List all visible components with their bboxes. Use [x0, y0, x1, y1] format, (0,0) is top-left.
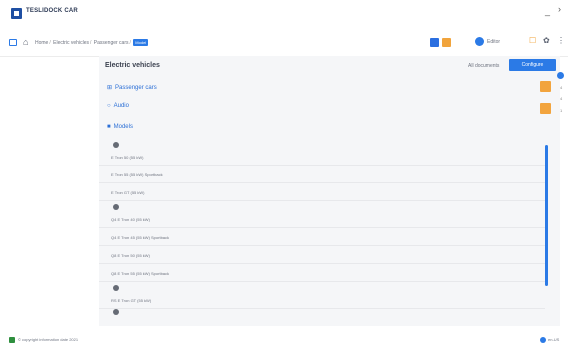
main-content: Electric vehicles All documents Configur…	[99, 56, 560, 326]
top-navbar: ⌂ Home/ Electric vehicles/ Passenger car…	[0, 26, 568, 57]
notification-icon[interactable]	[442, 38, 451, 47]
tree-node-label: Audio	[113, 103, 129, 109]
breadcrumb: Home/ Electric vehicles/ Passenger cars/…	[35, 39, 149, 46]
list-item[interactable]: E Tron 50 (55 kW)	[99, 151, 545, 166]
title-bar: TESLIDOCK CAR _ ›	[0, 0, 568, 26]
app-title: TESLIDOCK CAR	[26, 8, 78, 14]
list-item[interactable]: Q8 E Tron 55 (55 kW) Sportback	[99, 267, 545, 282]
list-item-label: E Tron GT (55 kW)	[111, 190, 145, 195]
scrollbar[interactable]	[545, 145, 548, 286]
favorite-icon[interactable]: ☐	[529, 36, 536, 45]
user-label[interactable]: Editor	[487, 39, 500, 45]
info-icon[interactable]	[557, 72, 564, 79]
list-item[interactable]: E Tron 55 (55 kW) Sportback	[99, 168, 545, 183]
tree-node-label: Passenger cars	[115, 85, 157, 91]
side-panel: 4 4 1	[531, 64, 568, 134]
list-item-label: Q8 E Tron 50 (55 kW)	[111, 253, 150, 258]
list-item-label: Q8 E Tron 55 (55 kW) Sportback	[111, 271, 170, 276]
list-item-label: RS E Tron GT (55 kW)	[111, 298, 152, 303]
list-item[interactable]: Q4 E Tron 40 (55 kW)	[99, 213, 545, 228]
group-toggle-icon[interactable]	[113, 285, 119, 291]
circle-icon: ○	[107, 103, 111, 109]
page-title: Electric vehicles	[105, 62, 160, 69]
close-button[interactable]: ›	[558, 4, 561, 14]
car-model-icon: ■	[107, 124, 111, 130]
list-item[interactable]: Q8 E Tron 50 (55 kW)	[99, 249, 545, 264]
tree-node-models[interactable]: ■ Models	[107, 124, 133, 130]
language-icon[interactable]	[540, 337, 546, 343]
document-count[interactable]: All documents	[468, 63, 499, 69]
language-label[interactable]: en-US	[548, 337, 559, 342]
status-text: © copyright information date 2021	[18, 337, 79, 342]
content-header: Electric vehicles All documents Configur…	[99, 56, 560, 74]
user-avatar-icon[interactable]	[475, 37, 484, 46]
more-options-icon[interactable]: ⋮	[557, 36, 565, 45]
list-item-label: Q4 E Tron 40 (55 kW)	[111, 217, 150, 222]
side-count: 4	[560, 85, 563, 90]
tree-node-buses[interactable]: ○ Audio	[107, 103, 129, 109]
list-item-label: E Tron 55 (55 kW) Sportback	[111, 172, 163, 177]
breadcrumb-item-passenger-cars[interactable]: Passenger cars	[94, 40, 129, 46]
home-icon[interactable]: ⌂	[23, 37, 28, 47]
menu-toggle-icon[interactable]	[9, 39, 17, 46]
side-count: 1	[560, 108, 563, 113]
minimize-button[interactable]: _	[545, 6, 550, 16]
car-icon: ⊞	[107, 85, 113, 91]
tree-node-passenger-cars[interactable]: ⊞ Passenger cars	[107, 84, 157, 91]
tree-node-label: Models	[113, 124, 133, 130]
status-bar: © copyright information date 2021 en-US	[0, 333, 568, 347]
group-toggle-icon[interactable]	[113, 309, 119, 315]
status-icon	[9, 337, 15, 343]
document-icon[interactable]	[540, 81, 551, 92]
side-count: 4	[560, 96, 563, 101]
list-item-label: Q4 E Tron 45 (55 kW) Sportback	[111, 235, 170, 240]
breadcrumb-current-badge: Model	[133, 39, 149, 46]
settings-gear-icon[interactable]: ✿	[543, 36, 550, 45]
document-icon[interactable]	[540, 103, 551, 114]
app-logo-icon	[11, 8, 22, 19]
view-toggle-icon[interactable]	[430, 38, 439, 47]
list-item[interactable]: Q4 E Tron 45 (55 kW) Sportback	[99, 231, 545, 246]
group-toggle-icon[interactable]	[113, 142, 119, 148]
list-item-label: E Tron 50 (55 kW)	[111, 155, 144, 160]
breadcrumb-item-home[interactable]: Home	[35, 40, 48, 46]
list-item[interactable]: E Tron GT (55 kW)	[99, 186, 545, 201]
breadcrumb-item-electric-vehicles[interactable]: Electric vehicles	[53, 40, 89, 46]
list-item[interactable]: RS E Tron GT (55 kW)	[99, 294, 545, 309]
group-toggle-icon[interactable]	[113, 204, 119, 210]
